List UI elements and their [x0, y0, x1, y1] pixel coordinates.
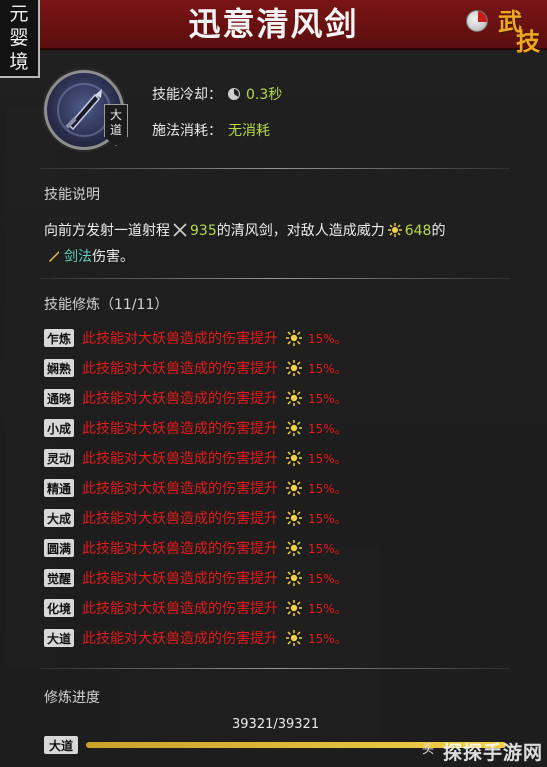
- desc-text-1: 向前方发射一道射程: [44, 223, 170, 239]
- power-icon: [286, 390, 302, 406]
- cultivation-row: 小成 此技能对大妖兽造成的伤害提升 15%。: [44, 417, 347, 439]
- realm-char-1: 元: [9, 3, 29, 25]
- bonus-text: 此技能对大妖兽造成的伤害提升: [82, 361, 278, 377]
- tooltip-header: 迅意清风剑 武 技: [0, 0, 547, 56]
- power-icon: [286, 600, 302, 616]
- cultivation-title: 技能修炼（11/11）: [44, 297, 169, 313]
- power-icon: [286, 540, 302, 556]
- cost-value: 无消耗: [228, 123, 270, 139]
- bonus-value: 15%。: [308, 631, 347, 646]
- bonus-value: 15%。: [308, 511, 347, 526]
- power-value: 648: [404, 223, 432, 239]
- bonus-text: 此技能对大妖兽造成的伤害提升: [82, 541, 278, 557]
- tier-tag: 大成: [44, 509, 74, 527]
- cultivation-row: 娴熟 此技能对大妖兽造成的伤害提升 15%。: [44, 357, 347, 379]
- progress-value: 39321/39321: [232, 717, 320, 732]
- skill-name: 迅意清风剑: [188, 5, 359, 43]
- bonus-value: 15%。: [308, 391, 347, 406]
- cooldown-label: 技能冷却：: [152, 87, 222, 103]
- bonus-value: 15%。: [308, 481, 347, 496]
- cooldown-row: 技能冷却： 0.3秒: [152, 84, 282, 104]
- tier-tag: 娴熟: [44, 359, 74, 377]
- bonus-text: 此技能对大妖兽造成的伤害提升: [82, 571, 278, 587]
- cooldown-value: 0.3秒: [246, 87, 283, 103]
- realm-badge: 元 婴 境: [0, 0, 40, 78]
- progress-tier-tag: 大道: [44, 736, 78, 754]
- grade-char-2: 道: [109, 123, 122, 137]
- cost-label: 施法消耗：: [152, 123, 222, 139]
- progress-title: 修炼进度: [44, 690, 100, 706]
- tier-tag: 觉醒: [44, 569, 74, 587]
- divider: [40, 278, 510, 279]
- bonus-text: 此技能对大妖兽造成的伤害提升: [82, 331, 278, 347]
- tier-tag: 灵动: [44, 449, 74, 467]
- skill-tooltip: 迅意清风剑 武 技 元 婴 境 大 道 技能冷却： 0.3秒 施法消耗： 无消耗…: [0, 0, 547, 767]
- bonus-value: 15%。: [308, 361, 347, 376]
- desc-text-3: 的: [431, 223, 446, 239]
- watermark: 探探手游网: [442, 742, 543, 764]
- power-icon: [286, 420, 302, 436]
- bonus-text: 此技能对大妖兽造成的伤害提升: [82, 481, 278, 497]
- tier-tag: 通晓: [44, 389, 74, 407]
- bonus-value: 15%。: [308, 331, 347, 346]
- cost-row: 施法消耗： 无消耗: [152, 120, 270, 140]
- damage-type: 剑法: [64, 249, 92, 265]
- tier-tag: 化境: [44, 599, 74, 617]
- tier-tag: 大道: [44, 629, 74, 647]
- bonus-text: 此技能对大妖兽造成的伤害提升: [82, 391, 278, 407]
- power-icon: [286, 480, 302, 496]
- power-icon: [286, 570, 302, 586]
- cultivation-row: 大道 此技能对大妖兽造成的伤害提升 15%。: [44, 627, 347, 649]
- desc-text-4: 伤害。: [92, 249, 134, 265]
- cultivation-row: 通晓 此技能对大妖兽造成的伤害提升 15%。: [44, 387, 347, 409]
- power-icon: [286, 630, 302, 646]
- cultivation-row: 精通 此技能对大妖兽造成的伤害提升 15%。: [44, 477, 347, 499]
- bonus-value: 15%。: [308, 451, 347, 466]
- realm-char-2: 婴: [9, 27, 29, 49]
- grade-char-1: 大: [109, 108, 122, 122]
- bonus-text: 此技能对大妖兽造成的伤害提升: [82, 631, 278, 647]
- sword-type-icon: [49, 251, 59, 262]
- power-icon: [286, 330, 302, 346]
- divider: [40, 168, 510, 169]
- skill-type-tag: 武 技: [494, 2, 544, 56]
- desc-text-2: 的清风剑，对敌人造成威力: [216, 223, 385, 239]
- description-title: 技能说明: [44, 187, 100, 203]
- power-icon: [286, 510, 302, 526]
- cultivation-row: 大成 此技能对大妖兽造成的伤害提升 15%。: [44, 507, 347, 529]
- skill-type-char-2: 技: [516, 27, 540, 56]
- bonus-value: 15%。: [308, 571, 347, 586]
- power-icon: [387, 223, 402, 237]
- bonus-text: 此技能对大妖兽造成的伤害提升: [82, 511, 278, 527]
- bonus-value: 15%。: [308, 421, 347, 436]
- tier-tag: 小成: [44, 419, 74, 437]
- divider: [40, 668, 510, 669]
- tier-tag: 精通: [44, 479, 74, 497]
- bonus-text: 此技能对大妖兽造成的伤害提升: [82, 421, 278, 437]
- range-icon: [173, 223, 187, 237]
- range-value: 935: [190, 223, 217, 239]
- realm-char-3: 境: [9, 51, 29, 73]
- cultivation-row: 灵动 此技能对大妖兽造成的伤害提升 15%。: [44, 447, 347, 469]
- tier-tag: 乍炼: [44, 329, 74, 347]
- tier-tag: 圆满: [44, 539, 74, 557]
- power-icon: [286, 450, 302, 466]
- cultivation-row: 觉醒 此技能对大妖兽造成的伤害提升 15%。: [44, 567, 347, 589]
- skill-description: 向前方发射一道射程 935的清风剑，对敌人造成威力 648的 剑法伤害。: [44, 218, 514, 270]
- bonus-text: 此技能对大妖兽造成的伤害提升: [82, 451, 278, 467]
- cultivation-row: 乍炼 此技能对大妖兽造成的伤害提升 15%。: [44, 327, 347, 349]
- element-orb-icon: [466, 10, 488, 32]
- power-icon: [286, 360, 302, 376]
- progress-end-label: 头: [422, 742, 435, 756]
- bonus-text: 此技能对大妖兽造成的伤害提升: [82, 601, 278, 617]
- cultivation-row: 化境 此技能对大妖兽造成的伤害提升 15%。: [44, 597, 347, 619]
- bonus-value: 15%。: [308, 601, 347, 616]
- bonus-value: 15%。: [308, 541, 347, 556]
- cultivation-row: 圆满 此技能对大妖兽造成的伤害提升 15%。: [44, 537, 347, 559]
- cooldown-icon: [228, 88, 240, 100]
